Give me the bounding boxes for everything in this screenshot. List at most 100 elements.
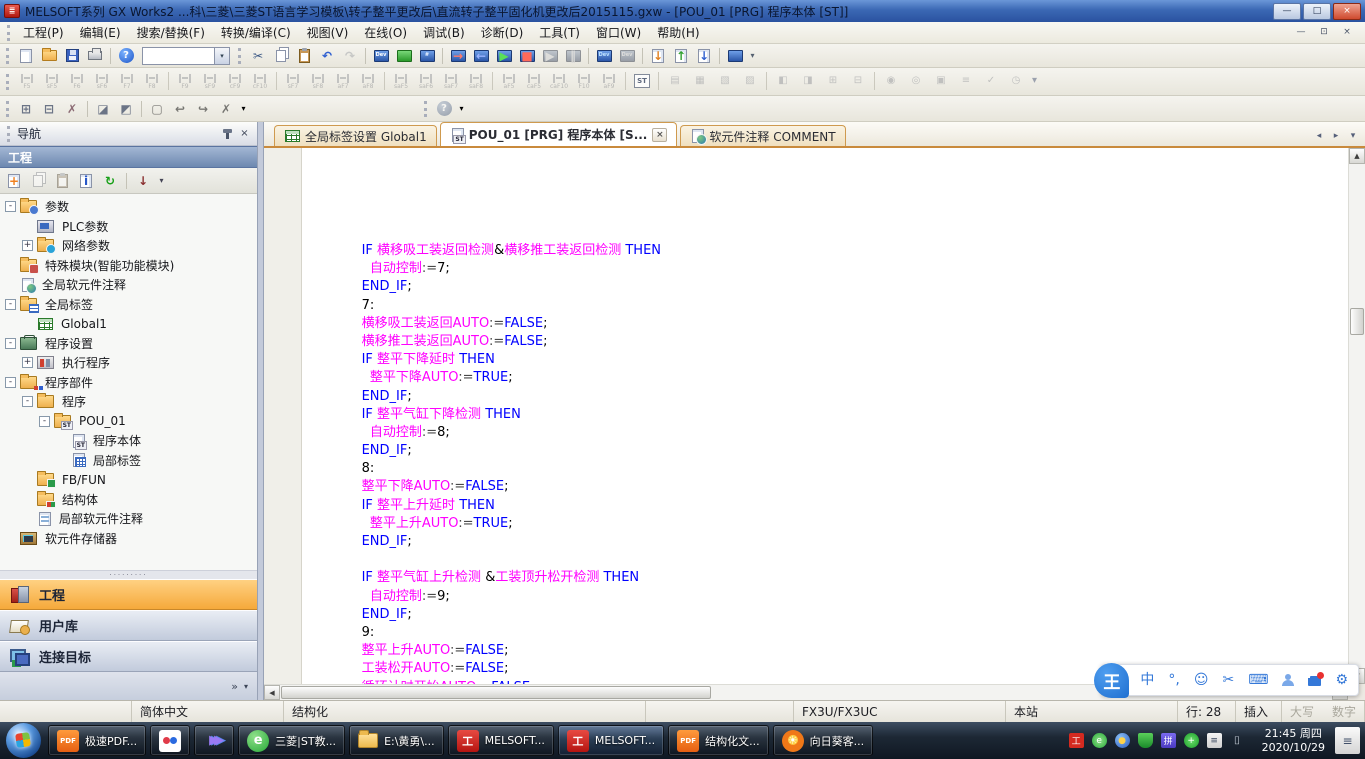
tab-pou01-program[interactable]: ST POU_01 [PRG] 程序本体 [S... × bbox=[440, 122, 678, 146]
scroll-left-icon[interactable] bbox=[264, 685, 280, 700]
taskbar-explorer-folder[interactable]: E:\黄勇\... bbox=[349, 725, 444, 756]
tray-ime-icon[interactable]: 拼 bbox=[1161, 733, 1176, 748]
toolbar2-overflow[interactable]: ▾ bbox=[1029, 70, 1040, 94]
tree-item[interactable]: - 全局标签 bbox=[0, 295, 257, 315]
maximize-button[interactable]: □ bbox=[1303, 3, 1331, 20]
vertical-scrollbar[interactable] bbox=[1348, 148, 1365, 684]
bookmark-set-button[interactable]: ◪ bbox=[92, 99, 114, 119]
statement-display-button[interactable]: ▧ bbox=[713, 70, 737, 94]
panel-grip[interactable] bbox=[7, 126, 12, 142]
taskbar-jisu-pdf[interactable]: PDF 极速PDF... bbox=[48, 725, 146, 756]
tree-item[interactable]: ST 程序本体 bbox=[0, 431, 257, 451]
tree-item[interactable]: 局部标签 bbox=[0, 451, 257, 471]
ime-skin-icon[interactable] bbox=[1308, 675, 1321, 686]
save-project-button[interactable] bbox=[61, 46, 83, 66]
time-chart-button[interactable]: ◷ bbox=[1004, 70, 1028, 94]
tray-clipboard-icon[interactable]: ≡ bbox=[1207, 733, 1222, 748]
note-display-button[interactable]: ▨ bbox=[738, 70, 762, 94]
refresh-button[interactable]: ↻ bbox=[99, 171, 121, 191]
toolbar-combobox[interactable]: ▾ bbox=[142, 47, 230, 65]
bookmark-list-button[interactable]: ◩ bbox=[115, 99, 137, 119]
ladder-af9[interactable]: aF9 bbox=[597, 70, 621, 94]
taskbar-structured-doc-pdf[interactable]: PDF 结构化文... bbox=[668, 725, 769, 756]
tree-item[interactable]: 全局软元件注释 bbox=[0, 275, 257, 295]
undo-button[interactable]: ↶ bbox=[316, 46, 338, 66]
tree-item[interactable]: 特殊模块(智能功能模块) bbox=[0, 256, 257, 276]
toolbar-grip[interactable] bbox=[238, 48, 243, 64]
tray-ball-icon[interactable]: ● bbox=[1115, 733, 1130, 748]
nav-view-connect[interactable]: 连接目标 bbox=[0, 641, 257, 672]
new-project-button[interactable] bbox=[15, 46, 37, 66]
pin-icon[interactable] bbox=[219, 126, 236, 141]
copy-button[interactable] bbox=[270, 46, 292, 66]
help-button-2[interactable] bbox=[433, 99, 455, 119]
overflow-arrow-icon[interactable]: ▾ bbox=[244, 682, 248, 691]
tree-item[interactable]: + 网络参数 bbox=[0, 236, 257, 256]
ladder-coil-f7[interactable]: F7 bbox=[115, 70, 139, 94]
toolbar-grip[interactable] bbox=[6, 101, 11, 117]
tray-accelerator-icon[interactable]: + bbox=[1184, 733, 1199, 748]
menu-convert-compile[interactable]: 转换/编译(C) bbox=[213, 22, 299, 43]
tab-scroll-icon[interactable]: ◂ bbox=[1312, 131, 1326, 141]
ime-keyboard-icon[interactable]: ⌨ bbox=[1248, 673, 1268, 687]
ime-settings-icon[interactable]: ⚙ bbox=[1335, 673, 1348, 687]
note-jump-button[interactable]: ↑ bbox=[670, 46, 692, 66]
forced-io-button[interactable]: ◎ bbox=[904, 70, 928, 94]
scroll-up-icon[interactable] bbox=[1349, 148, 1365, 164]
ime-logo[interactable]: 王 bbox=[1094, 663, 1129, 698]
taskbar-app-icon[interactable] bbox=[150, 725, 190, 756]
sort-filter-button[interactable]: ↓ bbox=[132, 171, 154, 191]
taskbar-clock[interactable]: 21:45 周四 2020/10/29 bbox=[1256, 727, 1331, 755]
ladder-pulse-down-sf8[interactable]: sF8 bbox=[306, 70, 330, 94]
device-monitor-button[interactable]: Dev bbox=[593, 46, 615, 66]
tree-expander[interactable]: + bbox=[22, 240, 33, 251]
tray-network-icon[interactable]: ⌷ bbox=[1230, 733, 1245, 748]
program-check-button[interactable]: ✓ bbox=[979, 70, 1003, 94]
vertical-scrollbar-thumb[interactable] bbox=[1350, 308, 1364, 335]
tree-item[interactable]: - ST POU_01 bbox=[0, 412, 257, 432]
ladder-af5[interactable]: aF5 bbox=[497, 70, 521, 94]
tree-item[interactable]: FB/FUN bbox=[0, 470, 257, 490]
ime-user-icon[interactable] bbox=[1282, 674, 1294, 686]
ladder-hline-f9[interactable]: F9 bbox=[173, 70, 197, 94]
ime-clipboard-icon[interactable]: ✂ bbox=[1222, 673, 1234, 687]
ladder-del-hline-cf9[interactable]: cF9 bbox=[223, 70, 247, 94]
nav-view-userlib[interactable]: 用户库 bbox=[0, 610, 257, 641]
new-data-button[interactable]: + bbox=[3, 171, 25, 191]
ladder-application-f8[interactable]: F8 bbox=[140, 70, 164, 94]
tray-gx-icon[interactable]: 工 bbox=[1069, 733, 1084, 748]
tree-expander[interactable]: - bbox=[22, 396, 33, 407]
tree-item[interactable]: + 执行程序 bbox=[0, 353, 257, 373]
toolbar-grip[interactable] bbox=[424, 101, 429, 117]
tree-item[interactable]: - 程序部件 bbox=[0, 373, 257, 393]
inline-st-button[interactable]: ▤ bbox=[663, 70, 687, 94]
mdi-close-button[interactable]: × bbox=[1337, 25, 1357, 40]
tree-item[interactable]: - 参数 bbox=[0, 197, 257, 217]
tree-item[interactable]: - 程序设置 bbox=[0, 334, 257, 354]
declaration-jump-button[interactable]: ↓ bbox=[693, 46, 715, 66]
monitor-stop-button[interactable]: ■ bbox=[516, 46, 538, 66]
tab-scroll-icon[interactable]: ▸ bbox=[1329, 131, 1343, 141]
tray-browser-icon[interactable]: e bbox=[1092, 733, 1107, 748]
left-rung-button[interactable]: ◧ bbox=[771, 70, 795, 94]
ladder-close-branch-sf6[interactable]: sF6 bbox=[90, 70, 114, 94]
tree-item[interactable]: 软元件存储器 bbox=[0, 529, 257, 549]
menu-online[interactable]: 在线(O) bbox=[356, 22, 415, 43]
delete-button[interactable]: ✗ bbox=[61, 99, 83, 119]
minimize-button[interactable]: — bbox=[1273, 3, 1301, 20]
paste-button[interactable] bbox=[293, 46, 315, 66]
toolbar3-overflow[interactable]: ▾ bbox=[238, 99, 249, 119]
monitor-write-button[interactable]: ▶ bbox=[539, 46, 561, 66]
device-list-button[interactable]: ≡ bbox=[954, 70, 978, 94]
horizontal-scrollbar-thumb[interactable] bbox=[281, 686, 711, 699]
ime-punctuation-icon[interactable]: °, bbox=[1168, 673, 1179, 687]
sort-filter-dropdown[interactable]: ▾ bbox=[156, 171, 167, 191]
read-from-plc-button[interactable]: ← bbox=[470, 46, 492, 66]
panel-splitter[interactable] bbox=[0, 570, 257, 579]
menu-window[interactable]: 窗口(W) bbox=[588, 22, 649, 43]
close-button[interactable]: × bbox=[1333, 3, 1361, 20]
ladder-pulse-down-branch-af8[interactable]: aF8 bbox=[356, 70, 380, 94]
delete-rung-button[interactable]: ⊟ bbox=[846, 70, 870, 94]
st-editor-button[interactable]: ST bbox=[630, 70, 654, 94]
ime-chinese-mode-icon[interactable]: 中 bbox=[1140, 673, 1154, 687]
